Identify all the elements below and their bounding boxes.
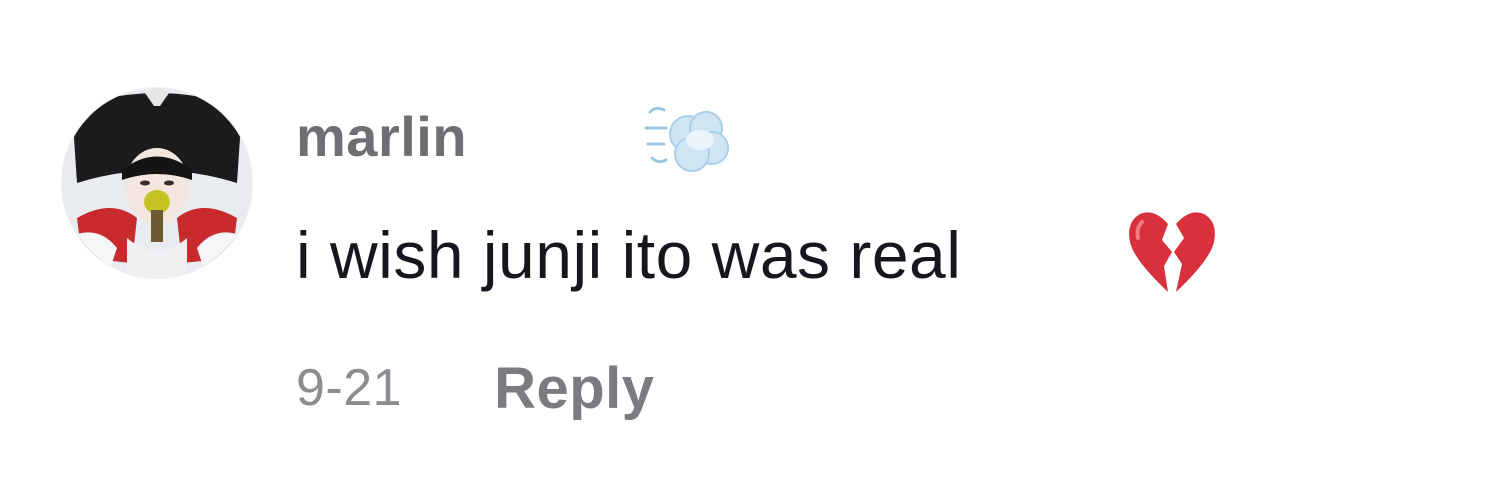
avatar[interactable] bbox=[62, 88, 252, 278]
broken-heart-emoji-icon bbox=[1124, 206, 1220, 298]
avatar-image bbox=[62, 88, 252, 278]
reply-button[interactable]: Reply bbox=[494, 355, 654, 422]
dash-emoji-icon bbox=[640, 98, 736, 180]
comment-meta: 9-21 Reply bbox=[296, 352, 655, 424]
comment-item: marlin i wish junji ito was real 9-21 Re… bbox=[0, 0, 1499, 499]
username[interactable]: marlin bbox=[296, 104, 467, 170]
comment-text: i wish junji ito was real bbox=[296, 218, 962, 292]
comment-date: 9-21 bbox=[296, 359, 403, 417]
